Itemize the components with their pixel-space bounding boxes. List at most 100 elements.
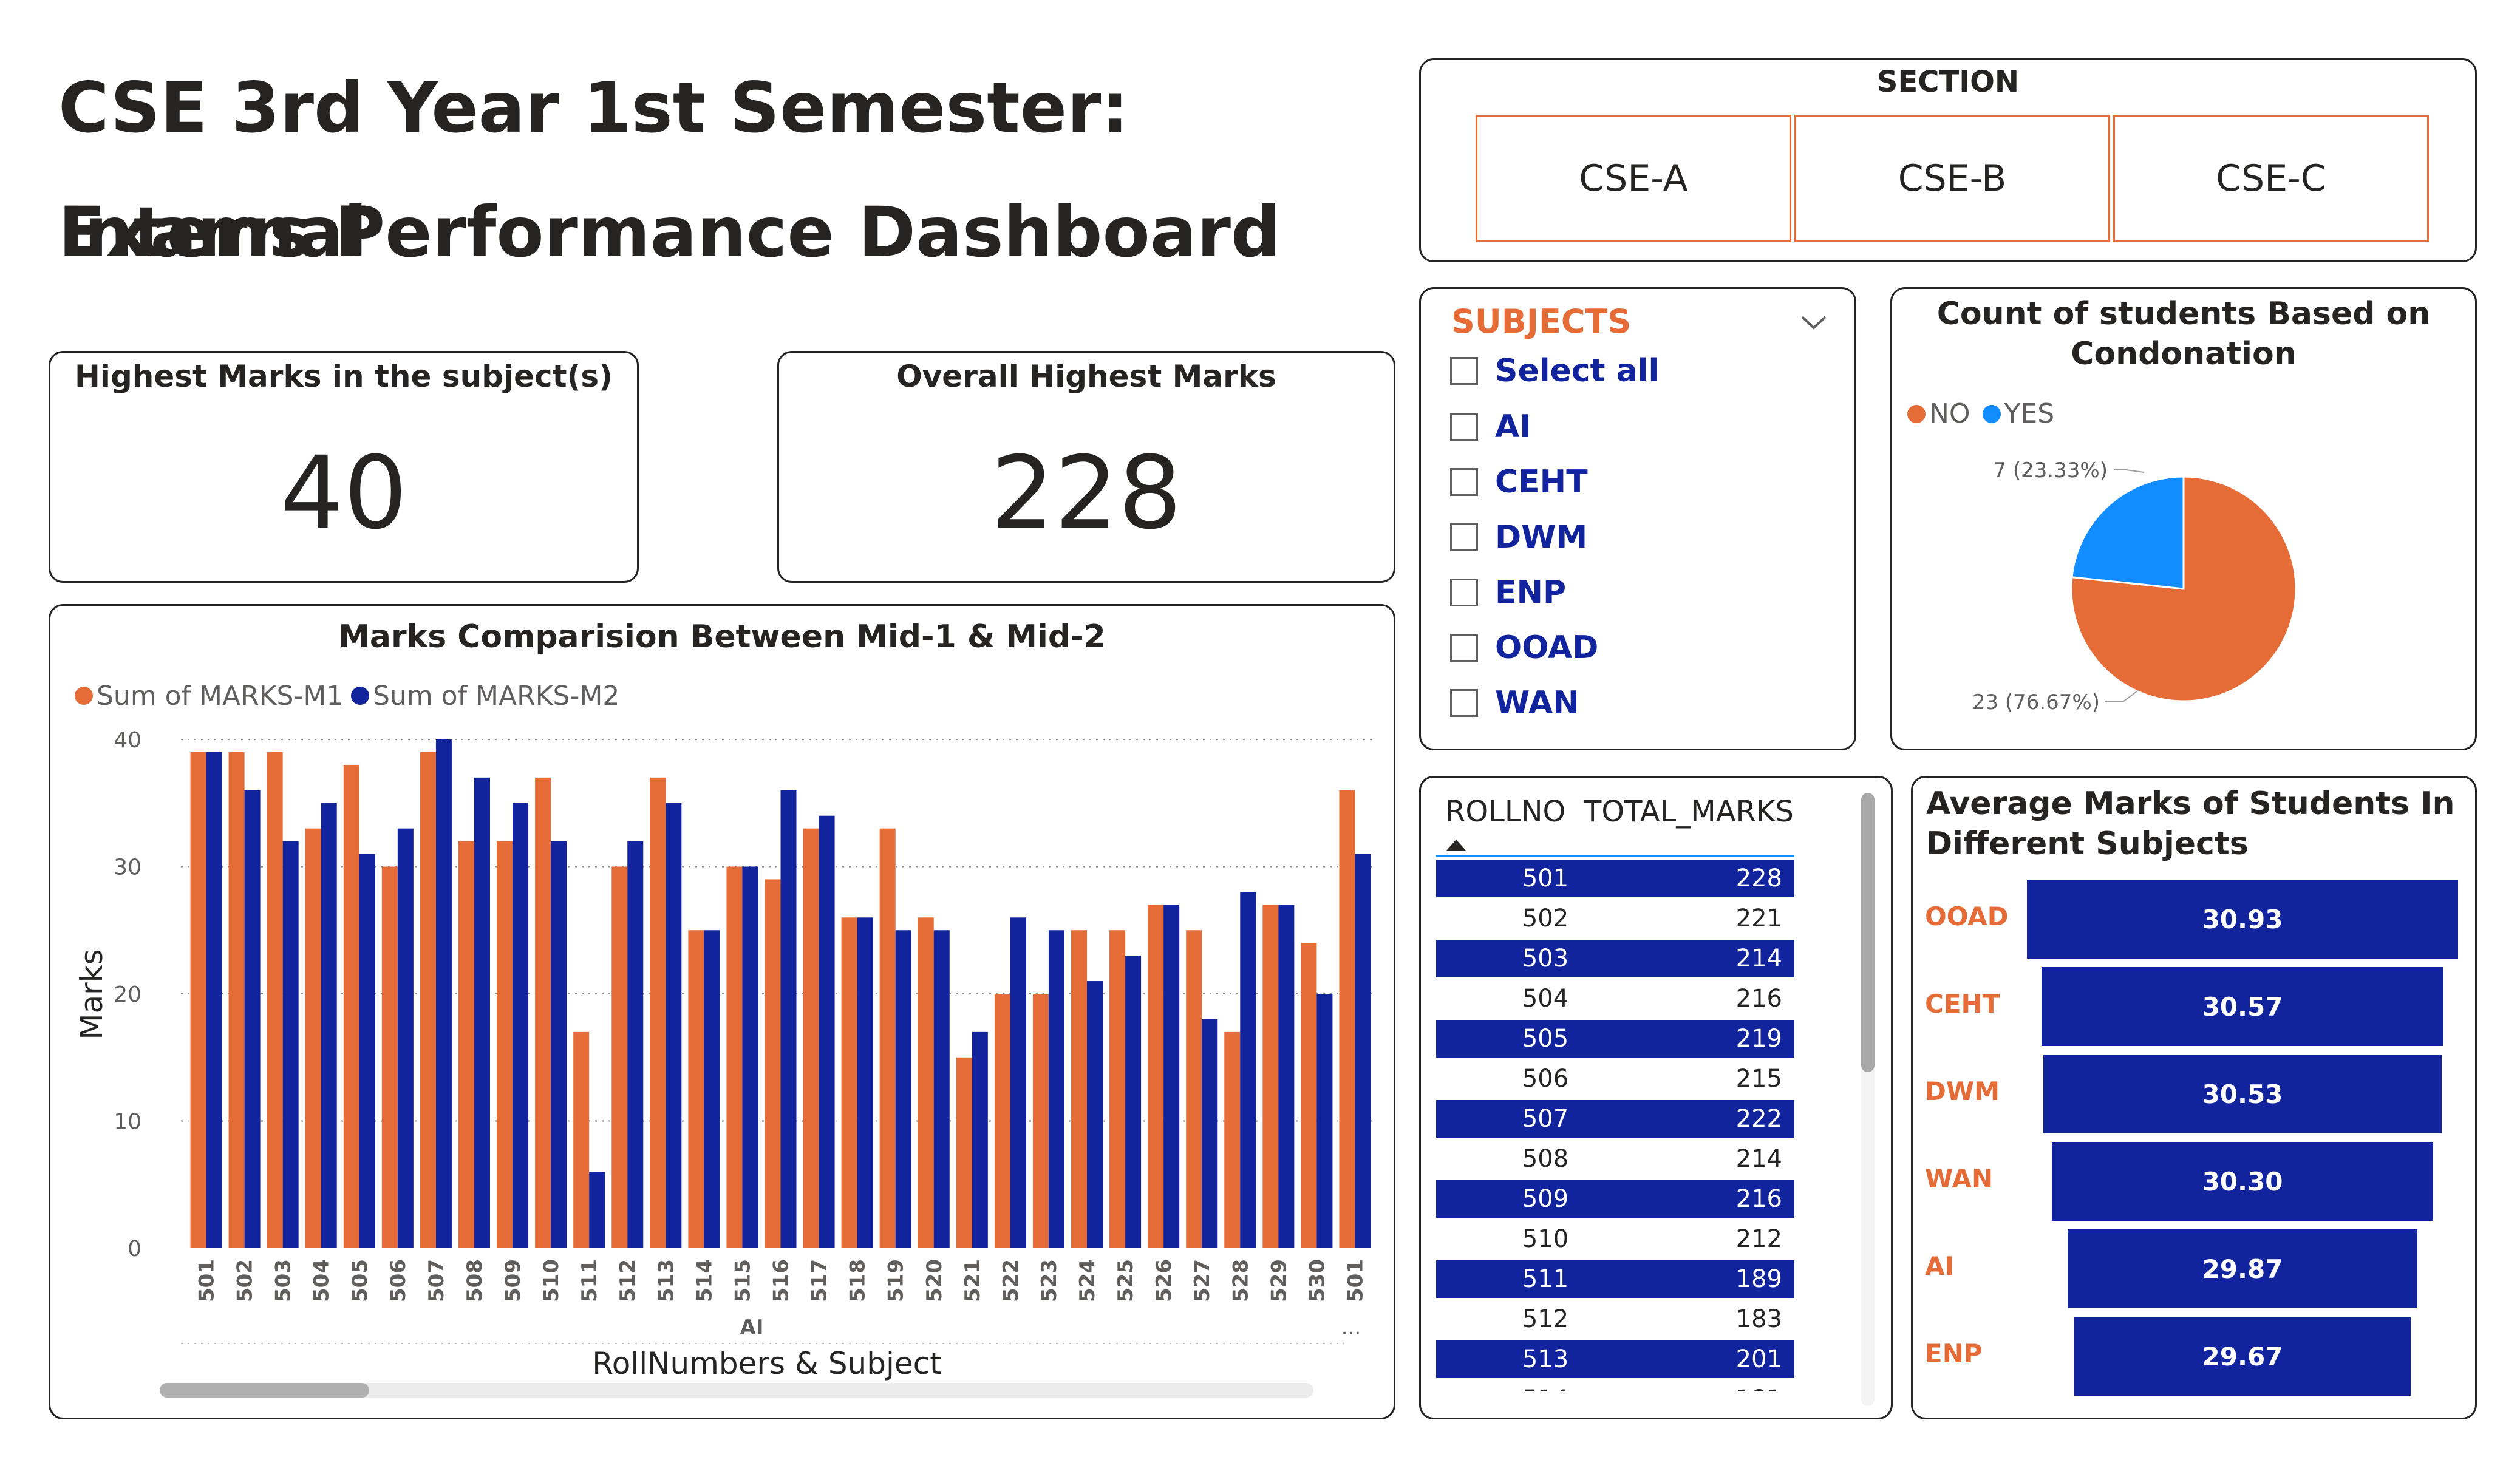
checkbox[interactable]: [1450, 468, 1478, 496]
bar-m1: [918, 917, 934, 1248]
table-row[interactable]: 509 216: [1436, 1180, 1794, 1218]
kpi-label: Overall Highest Marks: [896, 359, 1276, 394]
table-row[interactable]: 513 201: [1436, 1340, 1794, 1378]
horizontal-scrollbar[interactable]: [160, 1383, 1313, 1398]
avg-bar-list: OOAD 30.93 CEHT 30.57 DWM 30.53 WAN 30.30 AI 29.8…: [1913, 778, 2475, 1418]
y-tick-label: 40: [114, 728, 141, 753]
subject-option-label: CEHT: [1495, 464, 1588, 500]
bar-m2: [513, 803, 529, 1248]
x-tick-label: 511: [577, 1259, 602, 1302]
kpi-value: 40: [280, 435, 407, 551]
subject-option-label: ENP: [1495, 574, 1567, 611]
table-scrollbar[interactable]: [1861, 793, 1875, 1406]
bar-m2: [780, 790, 797, 1248]
table-row[interactable]: 507 222: [1436, 1100, 1794, 1138]
overflow-label: ...: [1341, 1316, 1361, 1340]
bar-m1: [497, 841, 513, 1248]
bar-m1: [343, 764, 359, 1248]
checkbox[interactable]: [1450, 689, 1478, 717]
table-row[interactable]: 508 214: [1436, 1140, 1794, 1178]
table-row[interactable]: 512 183: [1436, 1300, 1794, 1338]
bar-m1: [535, 777, 551, 1248]
y-tick-label: 30: [114, 855, 141, 880]
cell-total-marks: 201: [1735, 1345, 1782, 1373]
avg-bar[interactable]: 29.67: [2074, 1317, 2411, 1396]
table-row[interactable]: 510 212: [1436, 1220, 1794, 1258]
table-header-total-marks[interactable]: TOTAL_MARKS: [1584, 795, 1794, 829]
avg-bar[interactable]: 30.93: [2027, 880, 2458, 959]
table-row[interactable]: 511 189: [1436, 1260, 1794, 1298]
bar-m1: [420, 752, 436, 1248]
bar-m2: [1125, 956, 1142, 1248]
x-tick-label: 516: [769, 1259, 794, 1302]
section-button-cse-a[interactable]: CSE-A: [1476, 115, 1791, 242]
x-tick-label: 504: [310, 1259, 334, 1302]
scrollbar-thumb[interactable]: [160, 1383, 369, 1398]
bar-m2: [1240, 892, 1256, 1248]
subject-option-dwm[interactable]: DWM: [1450, 519, 1587, 555]
dashboard-title-line2: Exams Performance Dashboard: [58, 192, 1281, 273]
bar-m1: [956, 1057, 972, 1248]
table-row[interactable]: 503 214: [1436, 940, 1794, 977]
subject-option-label: DWM: [1495, 519, 1588, 555]
pie-slice-yes: [2071, 475, 2185, 590]
marks-comparison-chart: Marks Comparision Between Mid-1 & Mid-2 S…: [74, 619, 1374, 1381]
table-header-rollno[interactable]: ROLLNO: [1445, 795, 1565, 829]
subject-option-enp[interactable]: ENP: [1450, 574, 1566, 611]
avg-bar[interactable]: 30.57: [2042, 967, 2443, 1046]
bar-m1: [611, 866, 628, 1248]
avg-bar[interactable]: 30.53: [2043, 1055, 2442, 1133]
kpi-value: 228: [990, 435, 1182, 551]
subject-option-ceht[interactable]: CEHT: [1450, 464, 1588, 500]
condonation-pie-card: Count of students Based on Condonation N…: [1890, 287, 2477, 750]
x-tick-label: 507: [424, 1259, 449, 1302]
x-tick-label: 503: [271, 1259, 296, 1302]
avg-category-label: CEHT: [1925, 989, 2000, 1019]
bar-m1: [994, 994, 1010, 1248]
checkbox[interactable]: [1450, 634, 1478, 662]
subject-option-label: Select all: [1495, 353, 1660, 389]
x-tick-label: 501: [1343, 1259, 1367, 1302]
x-tick-label: 505: [348, 1259, 372, 1302]
checkbox[interactable]: [1450, 579, 1478, 606]
checkbox[interactable]: [1450, 413, 1478, 441]
avg-bar[interactable]: 30.30: [2052, 1142, 2433, 1221]
subject-option-ooad[interactable]: OOAD: [1450, 630, 1598, 666]
table-row[interactable]: 502 221: [1436, 900, 1794, 937]
x-tick-label: 501: [195, 1259, 219, 1302]
table-row[interactable]: 514181: [1436, 1381, 1794, 1391]
table-row[interactable]: 506 215: [1436, 1060, 1794, 1098]
checkbox[interactable]: [1450, 357, 1478, 385]
table-row[interactable]: 501 228: [1436, 860, 1794, 897]
chart-title: Marks Comparision Between Mid-1 & Mid-2: [338, 619, 1106, 655]
avg-bar[interactable]: 29.87: [2068, 1229, 2417, 1308]
chevron-down-icon[interactable]: [1799, 313, 1829, 331]
section-button-cse-b[interactable]: CSE-B: [1794, 115, 2110, 242]
bar-m2: [359, 854, 375, 1248]
bar-m1: [1148, 905, 1164, 1248]
section-button-cse-c[interactable]: CSE-C: [2113, 115, 2429, 242]
bar-m2: [397, 828, 414, 1248]
bar-m1: [1224, 1031, 1241, 1248]
avg-category-label: OOAD: [1925, 902, 2009, 931]
bar-m2: [1087, 981, 1103, 1248]
kpi-card-overall-highest: Overall Highest Marks 228: [777, 351, 1395, 583]
cell-rollno: 507: [1522, 1105, 1569, 1133]
scrollbar-thumb[interactable]: [1861, 793, 1875, 1072]
bar-m2: [666, 803, 682, 1248]
checkbox[interactable]: [1450, 523, 1478, 551]
x-tick-label: 527: [1190, 1259, 1214, 1302]
bar-m2: [282, 841, 299, 1248]
bar-m2: [1163, 905, 1180, 1248]
marks-comparison-card: Marks Comparision Between Mid-1 & Mid-2 S…: [49, 604, 1395, 1419]
table-row[interactable]: 504 216: [1436, 980, 1794, 1017]
cell-rollno: 508: [1522, 1145, 1569, 1173]
bar-m1: [228, 752, 245, 1248]
cell-rollno: 511: [1522, 1265, 1569, 1293]
bar-m1: [1339, 790, 1355, 1248]
subject-option-select-all[interactable]: Select all: [1450, 353, 1659, 389]
table-row[interactable]: 505 219: [1436, 1020, 1794, 1058]
subject-option-wan[interactable]: WAN: [1450, 685, 1579, 721]
subject-option-ai[interactable]: AI: [1450, 409, 1531, 445]
bar-m1: [650, 777, 666, 1248]
